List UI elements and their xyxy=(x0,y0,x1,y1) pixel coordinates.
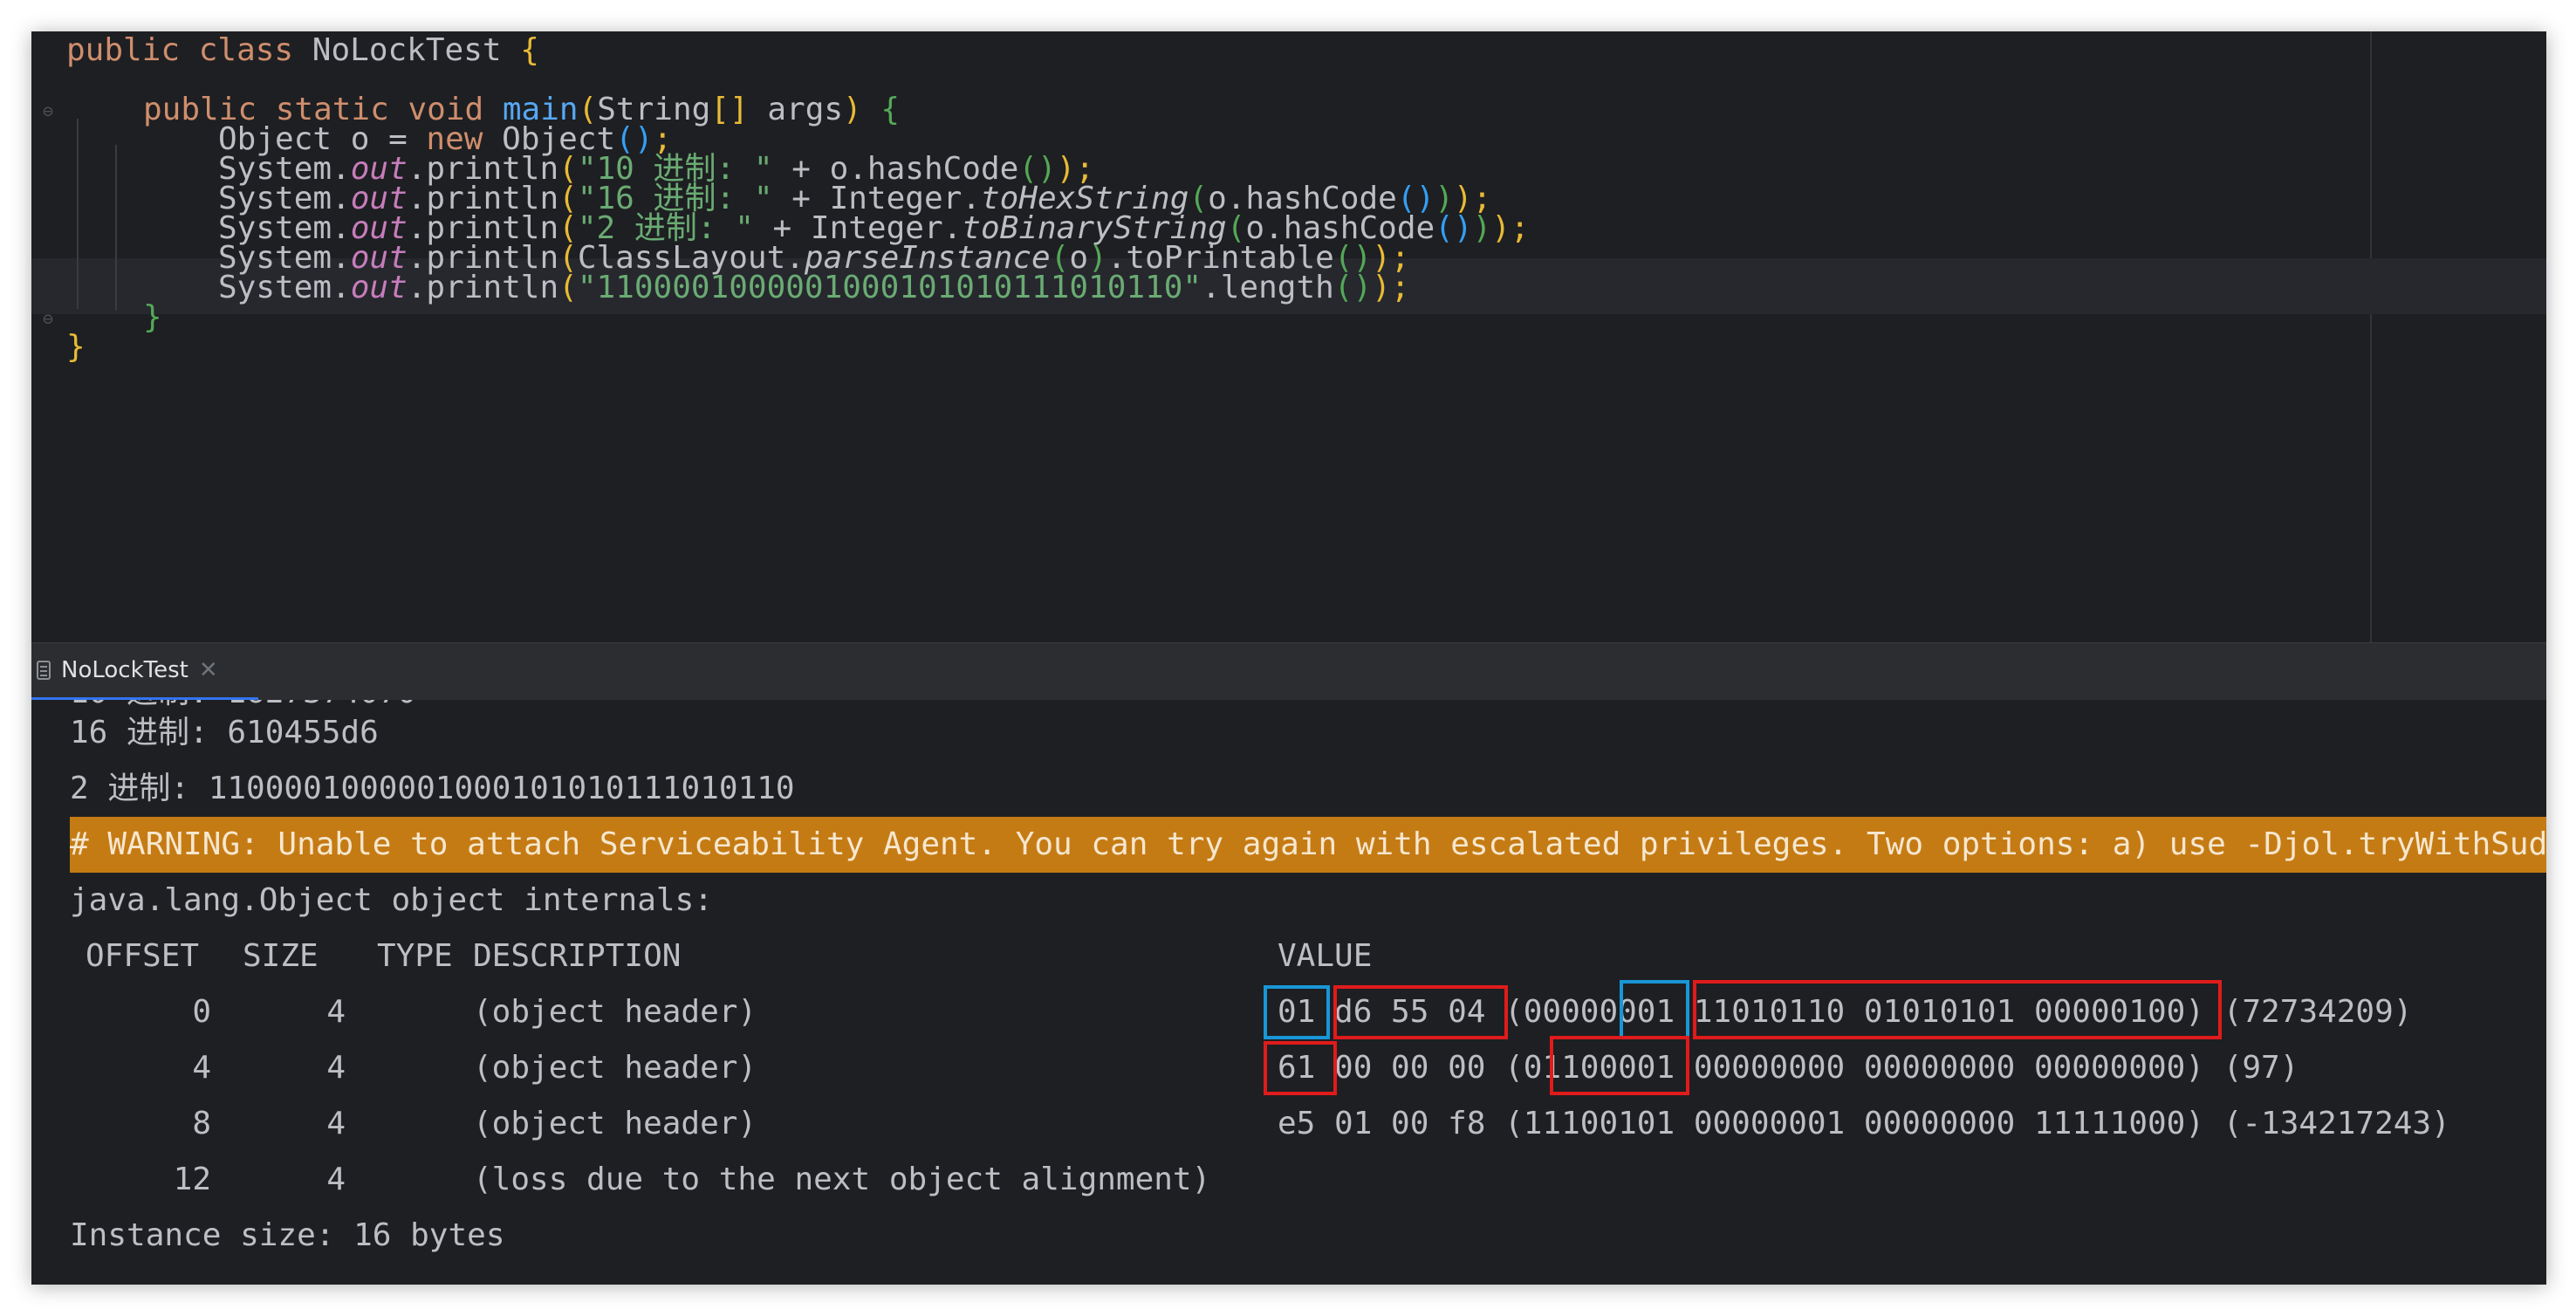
row-description: (object header) xyxy=(473,994,757,1030)
row-offset: 0 xyxy=(192,994,211,1030)
code-line-close-class[interactable]: } xyxy=(66,319,86,375)
brace: } xyxy=(66,329,86,365)
param: args xyxy=(767,92,844,127)
paren: () xyxy=(1435,210,1473,246)
paren: ) xyxy=(1491,210,1511,246)
string-literal: "1100001000001000101010111010110" xyxy=(577,270,1202,305)
row-value: e5 01 00 f8 (11100101 00000001 00000000 … xyxy=(1278,1106,2450,1141)
header-description: DESCRIPTION xyxy=(473,938,682,974)
code-line-println-length[interactable]: System.out.println("11000010000010001010… xyxy=(218,260,1410,316)
run-tool-window-tabbar: NoLockTest ✕ xyxy=(31,642,2546,702)
paren: ) xyxy=(1472,210,1492,246)
annotation-box-blue xyxy=(1264,985,1330,1039)
console-icon xyxy=(37,661,51,680)
fold-icon[interactable]: ⊖ xyxy=(38,101,58,120)
code-text: .length xyxy=(1202,270,1334,305)
code-text: .println xyxy=(407,270,559,305)
header-size: SIZE xyxy=(243,938,319,974)
console-line: Instance size: 16 bytes xyxy=(70,1217,505,1253)
annotation-box-blue xyxy=(1620,980,1689,1039)
row-size: 4 xyxy=(326,1106,346,1141)
row-size: 4 xyxy=(326,1162,346,1197)
paren: ) xyxy=(1372,270,1391,305)
fold-icon[interactable]: ⊖ xyxy=(38,309,58,328)
semicolon: ; xyxy=(1390,270,1410,305)
header-value: VALUE xyxy=(1278,938,1373,974)
right-margin-guide xyxy=(2370,31,2372,642)
row-description: (object header) xyxy=(473,1106,757,1141)
header-type: TYPE xyxy=(377,938,453,974)
header-offset: OFFSET xyxy=(86,938,200,974)
class-name: NoLockTest xyxy=(312,32,502,68)
row-size: 4 xyxy=(326,994,346,1030)
tab-nolocktest[interactable]: NoLockTest ✕ xyxy=(31,643,258,701)
brace: { xyxy=(520,32,539,68)
row-size: 4 xyxy=(326,1050,346,1086)
row-offset: 4 xyxy=(192,1050,211,1086)
warning-line: # WARNING: Unable to attach Serviceabili… xyxy=(70,817,2546,873)
annotation-box-red xyxy=(1693,980,2222,1039)
ide-window: ⊖ ⊖ public class NoLockTest { public sta… xyxy=(31,31,2546,1285)
tab-label: NoLockTest xyxy=(61,657,188,683)
row-value: 61 00 00 00 (01100001 00000000 00000000 … xyxy=(1278,1050,2299,1086)
row-offset: 12 xyxy=(173,1162,211,1197)
paren: ) xyxy=(843,92,862,127)
brackets: [] xyxy=(710,92,749,127)
console-output[interactable]: 10 进制: 1627374070 16 进制: 610455d6 2 进制: … xyxy=(31,700,2546,1285)
code-line-close-method[interactable]: } xyxy=(143,290,162,346)
code-line-class-decl[interactable]: public class NoLockTest { xyxy=(66,31,539,79)
indent-guide xyxy=(77,119,79,309)
row-description: (loss due to the next object alignment) xyxy=(473,1162,1211,1197)
keyword: public xyxy=(66,32,181,68)
semicolon: ; xyxy=(1510,210,1530,246)
console-line: 16 进制: 610455d6 xyxy=(70,715,379,751)
paren: () xyxy=(1333,270,1373,305)
annotation-box-red xyxy=(1264,1041,1337,1095)
row-offset: 8 xyxy=(192,1106,211,1141)
code-editor[interactable]: ⊖ ⊖ public class NoLockTest { public sta… xyxy=(31,31,2546,642)
brace: } xyxy=(143,299,162,335)
row-description: (object header) xyxy=(473,1050,757,1086)
annotation-box-red xyxy=(1333,985,1508,1039)
annotation-box-red xyxy=(1550,1036,1689,1095)
code-text: System. xyxy=(218,270,351,305)
static-field: out xyxy=(350,270,408,305)
keyword: class xyxy=(198,32,294,68)
console-line: java.lang.Object object internals: xyxy=(70,882,713,918)
paren: ( xyxy=(558,270,578,305)
console-line: 2 进制: 1100001000001000101010111010110 xyxy=(70,771,795,806)
indent-guide xyxy=(115,145,117,311)
close-icon[interactable]: ✕ xyxy=(199,659,218,682)
brace: { xyxy=(880,92,901,127)
